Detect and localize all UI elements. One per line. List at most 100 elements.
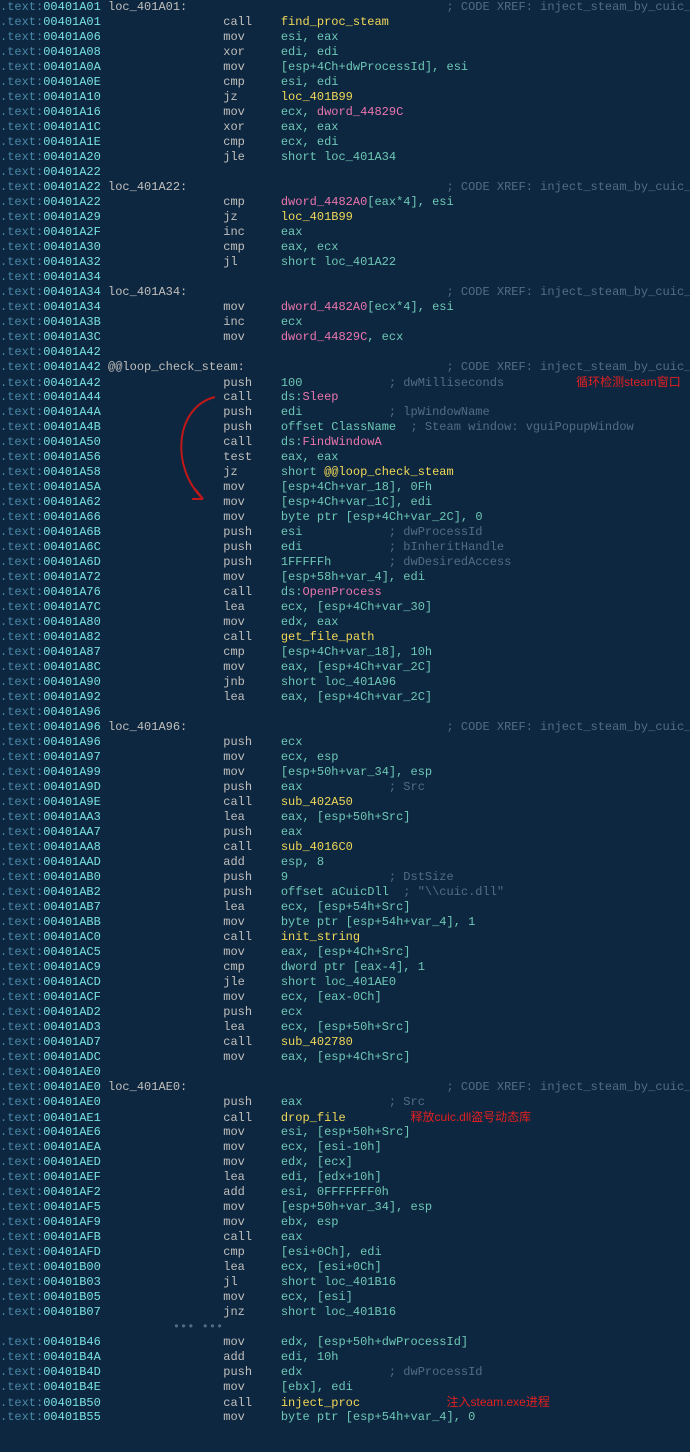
asm-line: .text:00401AE0 push eax ; Src (0, 1095, 690, 1110)
operand-part: + (374, 900, 381, 914)
annotation: 释放cuic.dll盗号动态库 (410, 1110, 531, 1124)
segment: .text: (0, 810, 43, 824)
segment: .text: (0, 1230, 43, 1244)
operand-part: 0Ch (353, 990, 375, 1004)
asm-line: .text:00401A01 call find_proc_steam (0, 15, 690, 30)
operand-part: ecx (281, 735, 303, 749)
address: 00401A44 (43, 390, 101, 404)
address: 00401AB0 (43, 870, 101, 884)
asm-line: .text:00401A6D push 1FFFFFh ; dwDesiredA… (0, 555, 690, 570)
operand-part: byte ptr [esp+ (281, 1410, 382, 1424)
asm-line: .text:00401A66 mov byte ptr [esp+4Ch+var… (0, 510, 690, 525)
operand-part: Src (382, 1050, 404, 1064)
operand-part: esi, eax (281, 30, 339, 44)
address: 00401A08 (43, 45, 101, 59)
segment: .text: (0, 930, 43, 944)
operand-part: ecx, esp (281, 750, 339, 764)
mnemonic: add (223, 1185, 281, 1199)
asm-line: .text:00401A22 (0, 165, 690, 180)
address: 00401B4E (43, 1380, 101, 1394)
segment: .text: (0, 420, 43, 434)
address: 00401A87 (43, 645, 101, 659)
mnemonic: mov (223, 1335, 281, 1349)
operand-part: 10h (411, 645, 433, 659)
asm-line: .text:00401AB7 lea ecx, [esp+54h+Src] (0, 900, 690, 915)
address: 00401B50 (43, 1396, 101, 1410)
operand-part: + (338, 1200, 345, 1214)
operand-part: 9 (281, 870, 288, 884)
operand-part: 4 (389, 960, 396, 974)
address: 00401AA8 (43, 840, 101, 854)
mnemonic: cmp (223, 240, 281, 254)
operand-part: esi (281, 525, 303, 539)
address: 00401AE1 (43, 1111, 101, 1125)
operand-part: esp, (281, 855, 317, 869)
operand-part: ecx, [esp+ (281, 1020, 353, 1034)
operand-part: eax, [esp+ (281, 1050, 353, 1064)
operand-part: 1 (468, 915, 475, 929)
segment: .text: (0, 1111, 43, 1125)
comment: ; bInheritHandle (389, 540, 504, 554)
asm-line: .text:00401A08 xor edi, edi (0, 45, 690, 60)
mnemonic: push (223, 1365, 281, 1379)
xref-comment: ; CODE XREF: inject_steam_by_cuic_dll+11… (447, 1080, 690, 1094)
asm-line: .text:00401AD3 lea ecx, [esp+50h+Src] (0, 1020, 690, 1035)
segment: .text: (0, 1380, 43, 1394)
address: 00401A80 (43, 615, 101, 629)
asm-line: .text:00401AFB call eax (0, 1230, 690, 1245)
asm-line: .text:00401A22 cmp dword_4482A0[eax*4], … (0, 195, 690, 210)
segment: .text: (0, 660, 43, 674)
asm-line: .text:00401A4B push offset ClassName ; S… (0, 420, 690, 435)
operand-part: ], edi (389, 495, 432, 509)
segment: .text: (0, 900, 43, 914)
segment: .text: (0, 225, 43, 239)
asm-line: .text:00401A58 jz short @@loop_check_ste… (0, 465, 690, 480)
address: 00401A1E (43, 135, 101, 149)
segment: .text: (0, 180, 43, 194)
operand-part: dword_44829C (281, 330, 367, 344)
segment: .text: (0, 570, 43, 584)
operand-part: Src (382, 810, 404, 824)
operand-part: ], esp (389, 765, 432, 779)
segment: .text: (0, 585, 43, 599)
asm-line: .text:00401A34 (0, 270, 690, 285)
asm-line: .text:00401A56 test eax, eax (0, 450, 690, 465)
segment: .text: (0, 1155, 43, 1169)
operand-part: ecx, [eax- (281, 990, 353, 1004)
segment: .text: (0, 555, 43, 569)
segment: .text: (0, 1260, 43, 1274)
comment: ; DstSize (389, 870, 454, 884)
segment: .text: (0, 870, 43, 884)
asm-line: .text:00401A97 mov ecx, esp (0, 750, 690, 765)
operand-part: ] (374, 990, 381, 1004)
operand-part: edi (281, 405, 303, 419)
asm-line: .text:00401A9D push eax ; Src (0, 780, 690, 795)
operand-part: edx (281, 1365, 303, 1379)
operand-part: dwProcessId (382, 1335, 461, 1349)
mnemonic: call (223, 435, 281, 449)
asm-line: .text:00401A82 call get_file_path (0, 630, 690, 645)
mnemonic: mov (223, 1290, 281, 1304)
operand-part: 0Fh (411, 480, 433, 494)
asm-line: .text:00401A32 jl short loc_401A22 (0, 255, 690, 270)
operand-part: [esp+ (281, 765, 317, 779)
address: 00401AB2 (43, 885, 101, 899)
address: 00401ADC (43, 1050, 101, 1064)
segment: .text: (0, 1050, 43, 1064)
address: 00401A0E (43, 75, 101, 89)
segment: .text: (0, 705, 43, 719)
operand-part: 100 (281, 376, 303, 390)
segment: .text: (0, 915, 43, 929)
segment: .text: (0, 990, 43, 1004)
segment: .text: (0, 1275, 43, 1289)
address: 00401A6D (43, 555, 101, 569)
operand-part: var_2C (382, 690, 425, 704)
mnemonic: mov (223, 765, 281, 779)
segment: .text: (0, 435, 43, 449)
operand-part: ], (396, 960, 418, 974)
asm-line: .text:00401ACD jle short loc_401AE0 (0, 975, 690, 990)
operand-part: + (374, 1020, 381, 1034)
mnemonic: jnb (223, 675, 281, 689)
mnemonic: cmp (223, 1245, 281, 1259)
address: 00401A1C (43, 120, 101, 134)
